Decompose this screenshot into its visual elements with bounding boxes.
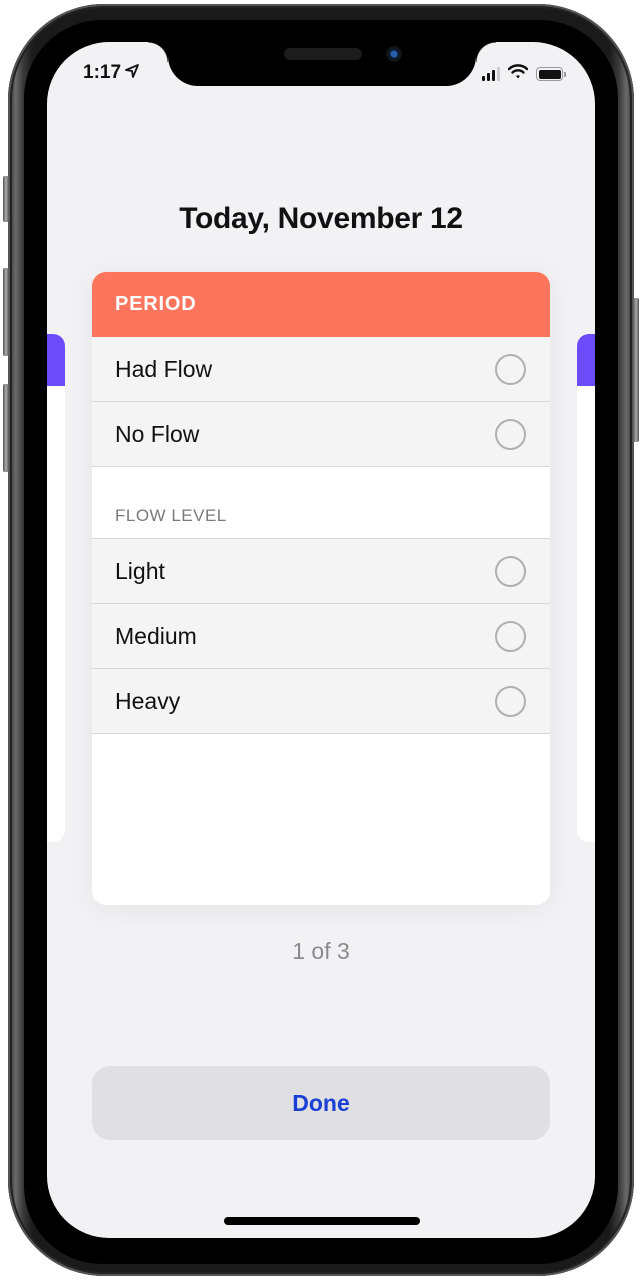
option-label: Medium bbox=[115, 622, 197, 649]
option-had-flow[interactable]: Had Flow bbox=[92, 337, 550, 402]
previous-card[interactable] bbox=[47, 334, 65, 842]
cellular-signal-icon bbox=[482, 67, 500, 81]
power-button bbox=[633, 298, 639, 442]
front-camera bbox=[386, 46, 402, 62]
radio-circle-icon[interactable] bbox=[495, 353, 526, 385]
status-bar-time: 1:17 bbox=[83, 62, 139, 84]
screen: 1:17 Today, November 12 PERIOD Had Flow … bbox=[47, 42, 595, 1238]
page-indicator: 1 of 3 bbox=[292, 938, 350, 964]
radio-circle-icon[interactable] bbox=[495, 620, 526, 652]
radio-circle-icon[interactable] bbox=[495, 685, 526, 717]
next-card-header bbox=[577, 334, 595, 386]
battery-icon bbox=[536, 67, 566, 81]
option-label: Heavy bbox=[115, 687, 181, 714]
time-text: 1:17 bbox=[83, 62, 122, 83]
earpiece-speaker bbox=[284, 48, 362, 60]
option-heavy[interactable]: Heavy bbox=[92, 669, 550, 734]
mute-switch bbox=[3, 176, 9, 222]
status-bar-indicators bbox=[482, 64, 566, 84]
previous-card-header bbox=[47, 334, 65, 386]
option-label: No Flow bbox=[115, 420, 200, 447]
volume-up-button bbox=[3, 268, 9, 356]
option-no-flow[interactable]: No Flow bbox=[92, 402, 550, 467]
option-label: Light bbox=[115, 557, 165, 584]
period-card: PERIOD Had Flow No Flow FLOW LEVEL Light… bbox=[92, 272, 550, 905]
next-card[interactable] bbox=[577, 334, 595, 842]
option-light[interactable]: Light bbox=[92, 539, 550, 604]
notch bbox=[148, 42, 496, 86]
done-button[interactable]: Done bbox=[92, 1066, 550, 1140]
radio-circle-icon[interactable] bbox=[495, 418, 526, 450]
radio-circle-icon[interactable] bbox=[495, 555, 526, 587]
card-title: PERIOD bbox=[92, 272, 550, 337]
home-indicator[interactable] bbox=[224, 1217, 420, 1225]
page-title: Today, November 12 bbox=[179, 202, 463, 235]
option-medium[interactable]: Medium bbox=[92, 604, 550, 669]
section-header-flow-level: FLOW LEVEL bbox=[92, 467, 550, 539]
location-arrow-icon bbox=[125, 62, 139, 84]
option-label: Had Flow bbox=[115, 355, 213, 382]
wifi-icon bbox=[507, 64, 529, 84]
volume-down-button bbox=[3, 384, 9, 472]
